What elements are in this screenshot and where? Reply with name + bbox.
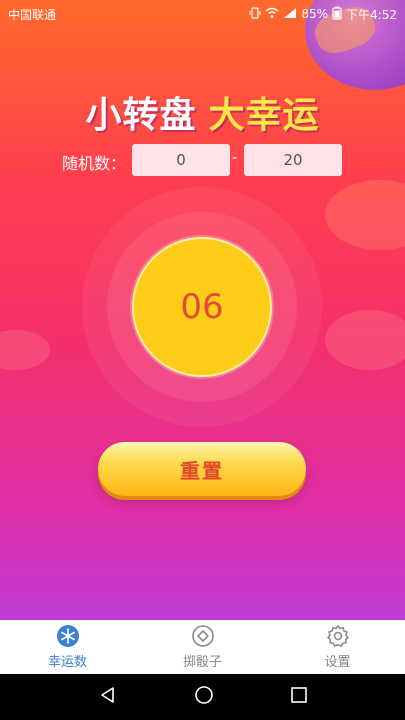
carrier-label: 中国联通 — [8, 7, 57, 22]
back-icon[interactable] — [98, 685, 118, 709]
tab-label: 设置 — [324, 655, 351, 670]
title-part2: 大幸运 — [208, 95, 320, 136]
status-bar: 中国联通 85% 下午4:52 — [0, 0, 405, 28]
home-icon[interactable] — [193, 684, 215, 710]
page-title: 小转盘 大幸运 — [0, 86, 405, 138]
battery-icon — [332, 6, 342, 23]
gear-icon — [326, 624, 350, 648]
tab-lucky-number[interactable]: 幸运数 — [0, 620, 135, 674]
decorative-blob — [325, 310, 405, 370]
decorative-blob — [325, 180, 405, 250]
app-screen: 中国联通 85% 下午4:52 小转盘大幸运 随机数： - 06 — [0, 0, 405, 620]
battery-label: 85% — [301, 7, 329, 21]
time-label: 下午4:52 — [346, 7, 397, 22]
bottom-tab-bar: 幸运数 掷骰子 设置 — [0, 620, 405, 674]
lucky-number: 06 — [180, 287, 224, 327]
range-separator: - — [232, 150, 238, 166]
title-part1: 小转盘 — [85, 95, 197, 136]
snowflake-icon — [56, 624, 80, 648]
dice-icon — [191, 624, 215, 648]
tab-dice[interactable]: 掷骰子 — [135, 620, 270, 674]
system-nav-bar — [0, 674, 405, 720]
tab-label: 掷骰子 — [182, 655, 222, 670]
range-row: 随机数： - — [0, 144, 405, 176]
tab-settings[interactable]: 设置 — [270, 620, 405, 674]
status-icons: 85% 下午4:52 — [249, 6, 397, 23]
signal-icon — [283, 7, 297, 22]
recents-icon[interactable] — [290, 686, 308, 708]
tab-label: 幸运数 — [47, 655, 87, 670]
range-label: 随机数： — [62, 154, 127, 173]
decorative-blob — [0, 330, 50, 370]
vibrate-icon — [249, 6, 261, 22]
reset-button[interactable]: 重置 — [98, 442, 306, 496]
lucky-wheel[interactable]: 06 — [132, 237, 272, 377]
range-min-input[interactable] — [132, 144, 230, 176]
wifi-icon — [265, 7, 279, 22]
range-max-input[interactable] — [244, 144, 342, 176]
